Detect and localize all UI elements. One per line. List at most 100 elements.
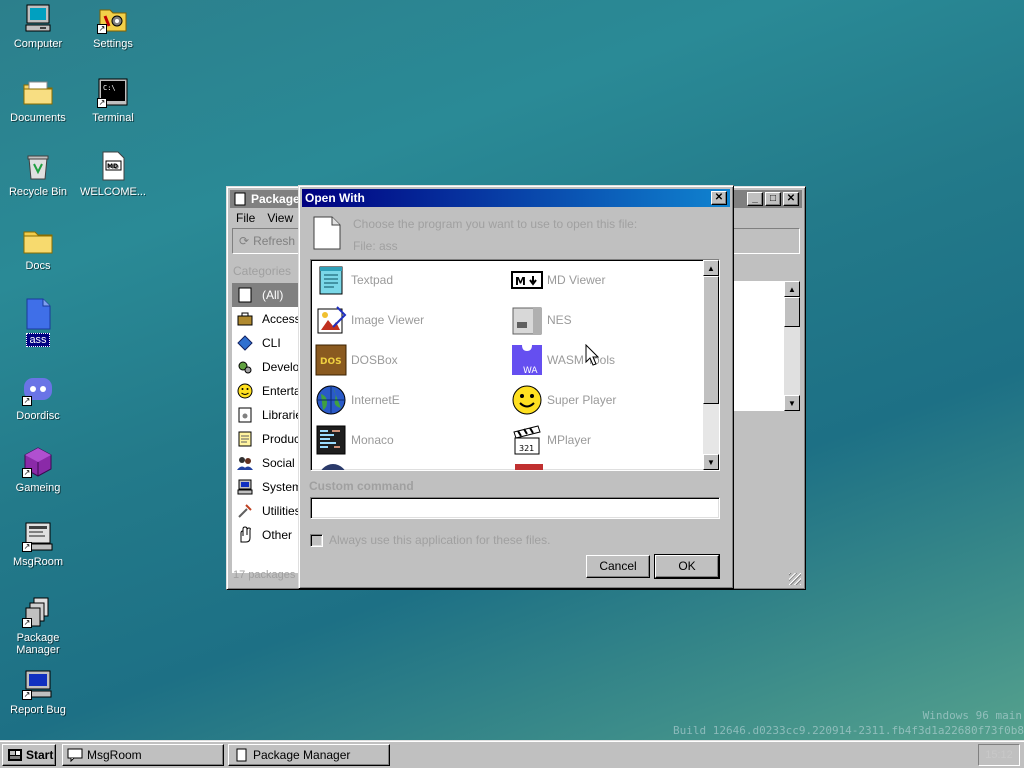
menu-file[interactable]: File [230, 211, 261, 225]
system-tray-clock[interactable]: 15:12 [978, 744, 1020, 766]
category-libraries[interactable]: Librarie [232, 403, 302, 427]
refresh-button[interactable]: Refresh [253, 234, 295, 248]
start-button[interactable]: Start [2, 744, 56, 766]
ok-button[interactable]: OK [654, 554, 720, 579]
resize-grip[interactable] [789, 573, 801, 585]
desktop-icon-report-bug[interactable]: ↗ Report Bug [0, 668, 76, 716]
computer-icon [22, 2, 54, 34]
desktop-icon-documents[interactable]: Documents [0, 76, 76, 124]
desktop-icon-label: Documents [10, 112, 66, 124]
program-nes[interactable]: NES [511, 304, 572, 336]
desktop-icon-label: Report Bug [10, 704, 66, 716]
desktop-icon-gameing[interactable]: ↗ Gameing [0, 446, 76, 494]
custom-command-input[interactable] [310, 497, 720, 519]
svg-text:C:\: C:\ [103, 84, 116, 92]
category-productivity[interactable]: Produc [232, 427, 302, 451]
shortcut-arrow-icon: ↗ [22, 396, 32, 406]
msgroom-icon [67, 748, 83, 762]
purple-cube-icon: ↗ [22, 446, 54, 478]
close-button[interactable]: ✕ [711, 191, 727, 205]
desktop-icon-computer[interactable]: Computer [0, 2, 76, 50]
category-list: (All) Access CLI Develo Enterta Librarie… [232, 283, 302, 573]
md-badge: MD [107, 163, 118, 170]
program-partial-icon [319, 464, 347, 470]
scroll-up-button[interactable]: ▲ [784, 281, 800, 297]
discord-icon: ↗ [22, 374, 54, 406]
desktop-icon-msgroom[interactable]: ↗ MsgRoom [0, 520, 76, 568]
msgroom-icon: ↗ [22, 520, 54, 552]
package-list-scrollbar[interactable]: ▲ ▼ [784, 281, 800, 411]
desktop-icon-label: ass [26, 333, 50, 347]
scroll-up-button[interactable]: ▲ [703, 260, 719, 276]
hand-icon [240, 526, 251, 543]
mouse-cursor-icon [585, 344, 599, 366]
recycle-bin-icon [22, 150, 54, 182]
image-viewer-icon [317, 306, 347, 334]
dosbox-icon: DOS [315, 344, 347, 376]
desktop-icon-welcome[interactable]: MD WELCOME... [75, 150, 151, 198]
desktop-icon-doordisc[interactable]: ↗ Doordisc [0, 374, 76, 422]
category-system[interactable]: System [232, 475, 302, 499]
open-with-titlebar[interactable]: Open With ✕ [302, 189, 730, 207]
folder-icon [22, 224, 54, 256]
close-button[interactable]: ✕ [783, 192, 799, 206]
category-other[interactable]: Other [232, 523, 302, 547]
computer-icon [237, 479, 253, 495]
report-bug-icon: ↗ [22, 668, 54, 700]
status-bar-text: 17 packages l [233, 569, 301, 581]
desktop-icon-ass[interactable]: ass [0, 298, 76, 347]
program-internete[interactable]: InternetE [315, 384, 400, 416]
document-gear-icon [238, 407, 252, 423]
desktop-icon-recycle-bin[interactable]: Recycle Bin [0, 150, 76, 198]
minimize-button[interactable]: _ [747, 192, 763, 206]
program-dosbox[interactable]: DOS DOSBox [315, 344, 398, 376]
maximize-button[interactable]: □ [765, 192, 781, 206]
package-manager-title-icon [234, 192, 246, 206]
markdown-file-icon: MD [97, 150, 129, 182]
open-with-title: Open With [305, 191, 365, 205]
package-icon [236, 748, 247, 762]
scroll-down-button[interactable]: ▼ [784, 395, 800, 411]
terminal-icon: C:\ ↗ [97, 76, 129, 108]
scroll-thumb[interactable] [784, 297, 800, 327]
smiley-icon [237, 383, 253, 399]
scroll-thumb[interactable] [703, 276, 719, 404]
always-use-checkbox[interactable] [310, 533, 323, 547]
open-with-prompt: Choose the program you want to use to op… [353, 217, 638, 231]
cancel-button[interactable]: Cancel [586, 555, 650, 578]
desktop-icon-docs[interactable]: Docs [0, 224, 76, 272]
svg-text:DOS: DOS [320, 357, 342, 367]
taskbar-item-package-manager[interactable]: Package Manager [228, 744, 390, 766]
notepad-icon [238, 431, 252, 447]
desktop-icon-package-manager[interactable]: ↗ Package Manager [0, 596, 76, 656]
category-all[interactable]: (All) [232, 283, 302, 307]
program-wasm-tools[interactable]: WA WASM Tools [511, 344, 615, 376]
program-image-viewer[interactable]: Image Viewer [315, 304, 424, 336]
program-mplayer[interactable]: 321 MPlayer [511, 424, 591, 456]
menu-view[interactable]: View [261, 211, 299, 225]
folder-documents-icon [22, 76, 54, 108]
textpad-icon [319, 266, 343, 295]
program-list-scrollbar[interactable]: ▲ ▼ [703, 260, 719, 470]
category-development[interactable]: Develo [232, 355, 302, 379]
taskbar-item-msgroom[interactable]: MsgRoom [62, 744, 224, 766]
desktop-icon-terminal[interactable]: C:\ ↗ Terminal [75, 76, 151, 124]
category-accessories[interactable]: Access [232, 307, 302, 331]
category-social[interactable]: Social [232, 451, 302, 475]
desktop-icon-settings[interactable]: ↗ Settings [75, 2, 151, 50]
program-super-player[interactable]: Super Player [511, 384, 616, 416]
program-monaco[interactable]: Monaco [315, 424, 394, 456]
category-cli[interactable]: CLI [232, 331, 302, 355]
program-list: Textpad M MD Viewer Image Viewer NES DOS… [310, 259, 720, 471]
scroll-down-button[interactable]: ▼ [703, 454, 719, 470]
refresh-icon: ⟳ [239, 234, 250, 248]
svg-text:WA: WA [523, 366, 538, 376]
svg-text:321: 321 [519, 444, 534, 453]
build-info-line-2: Build 12646.d0233cc9.220914-2311.fb4f3d1… [673, 724, 1024, 737]
category-utilities[interactable]: Utilities [232, 499, 302, 523]
taskbar: Start MsgRoom Package Manager 15:12 [0, 740, 1024, 768]
category-entertainment[interactable]: Enterta [232, 379, 302, 403]
program-textpad[interactable]: Textpad [315, 264, 393, 296]
md-viewer-icon: M [511, 271, 543, 289]
program-md-viewer[interactable]: M MD Viewer [511, 264, 605, 296]
